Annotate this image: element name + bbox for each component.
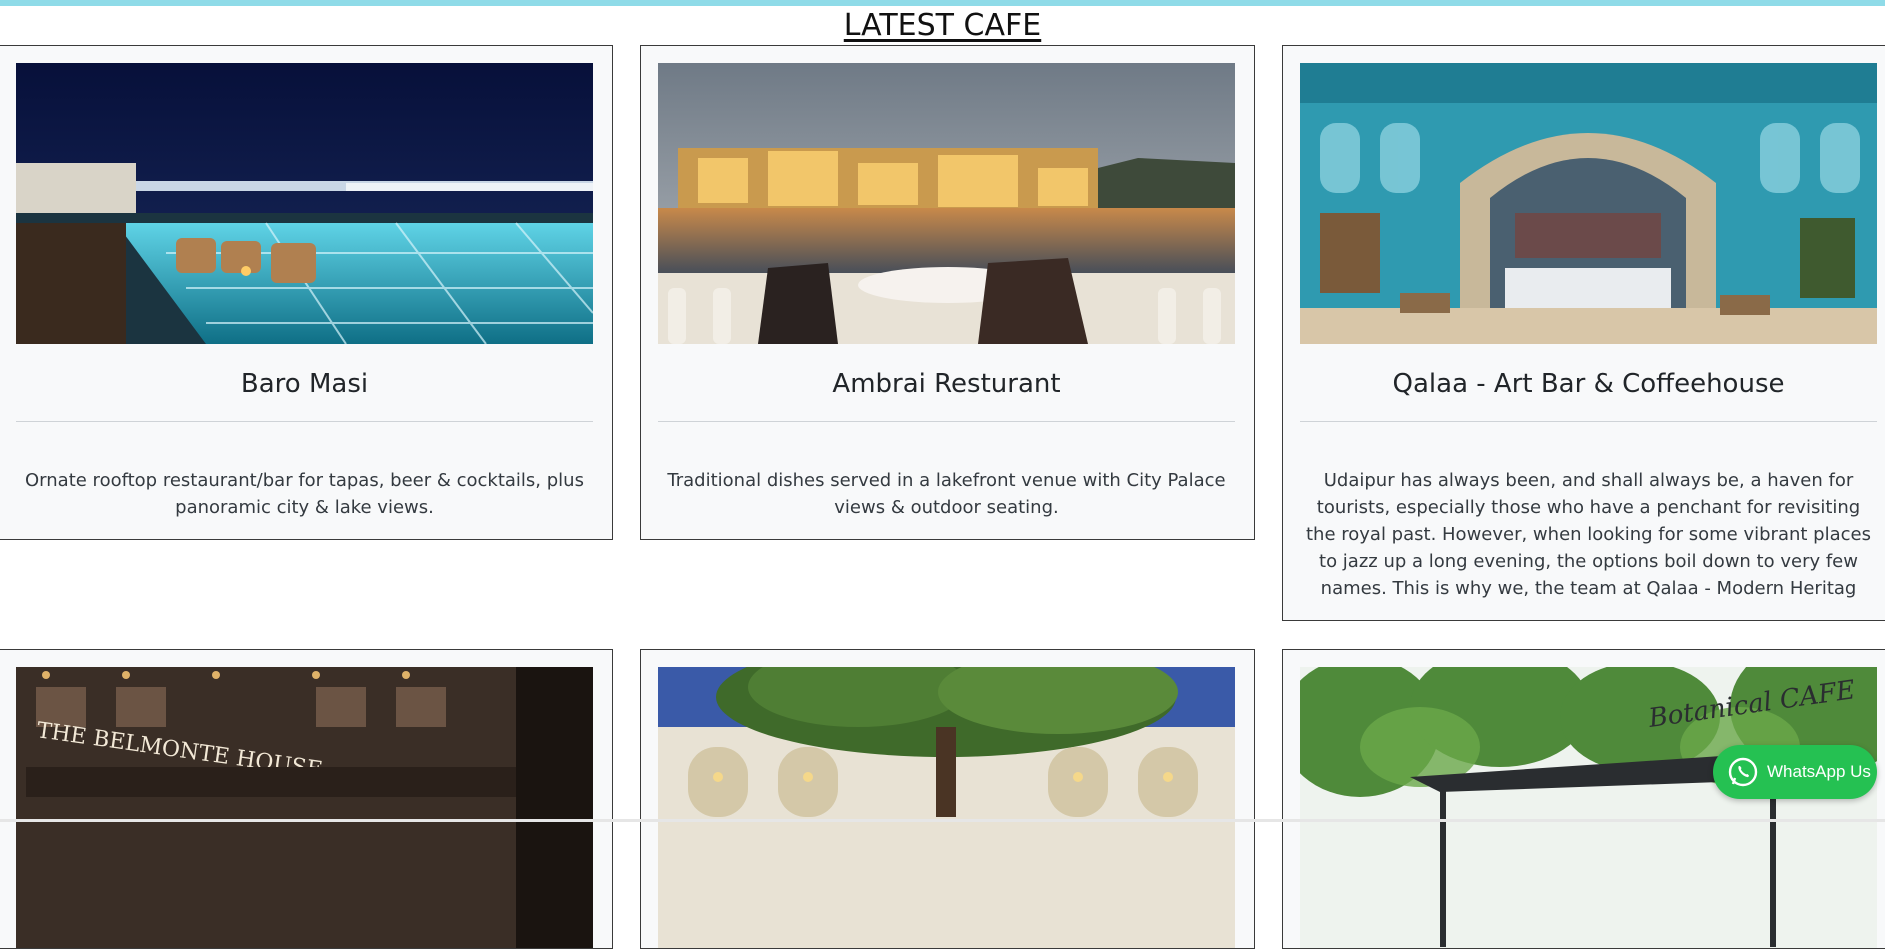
cafe-image[interactable]: Botanical CAFE <box>1300 667 1877 948</box>
cafe-title[interactable]: Qalaa - Art Bar & Coffeehouse <box>1300 366 1877 402</box>
whatsapp-button[interactable]: WhatsApp Us <box>1713 745 1877 799</box>
cafe-image[interactable]: THE BELMONTE HOUSE <box>16 667 593 948</box>
cafe-card[interactable] <box>640 649 1255 949</box>
whatsapp-icon <box>1727 756 1759 788</box>
cafe-card[interactable]: THE BELMONTE HOUSE <box>0 649 613 949</box>
cafe-title[interactable]: Baro Masi <box>16 366 593 402</box>
cafe-card[interactable]: Ambrai Resturant Traditional dishes serv… <box>640 45 1255 540</box>
section-heading: LATEST CAFE <box>843 8 1042 43</box>
divider <box>1300 421 1877 422</box>
cafe-image[interactable] <box>658 667 1235 948</box>
cafe-title[interactable]: Ambrai Resturant <box>658 366 1235 402</box>
divider <box>16 421 593 422</box>
cafe-description: Ornate rooftop restaurant/bar for tapas,… <box>25 470 584 518</box>
cafe-card[interactable]: Qalaa - Art Bar & Coffeehouse Udaipur ha… <box>1282 45 1885 621</box>
cafe-card[interactable]: Botanical CAFE <box>1282 649 1885 949</box>
cafe-image[interactable] <box>658 63 1235 344</box>
cafe-image[interactable] <box>16 63 593 344</box>
divider <box>658 421 1235 422</box>
cafe-image[interactable] <box>1300 63 1877 344</box>
cafe-description: Udaipur has always been, and shall alway… <box>1306 470 1871 599</box>
cafe-card[interactable]: Baro Masi Ornate rooftop restaurant/bar … <box>0 45 613 540</box>
whatsapp-label: WhatsApp Us <box>1767 762 1871 781</box>
cafe-description: Traditional dishes served in a lakefront… <box>667 470 1226 518</box>
